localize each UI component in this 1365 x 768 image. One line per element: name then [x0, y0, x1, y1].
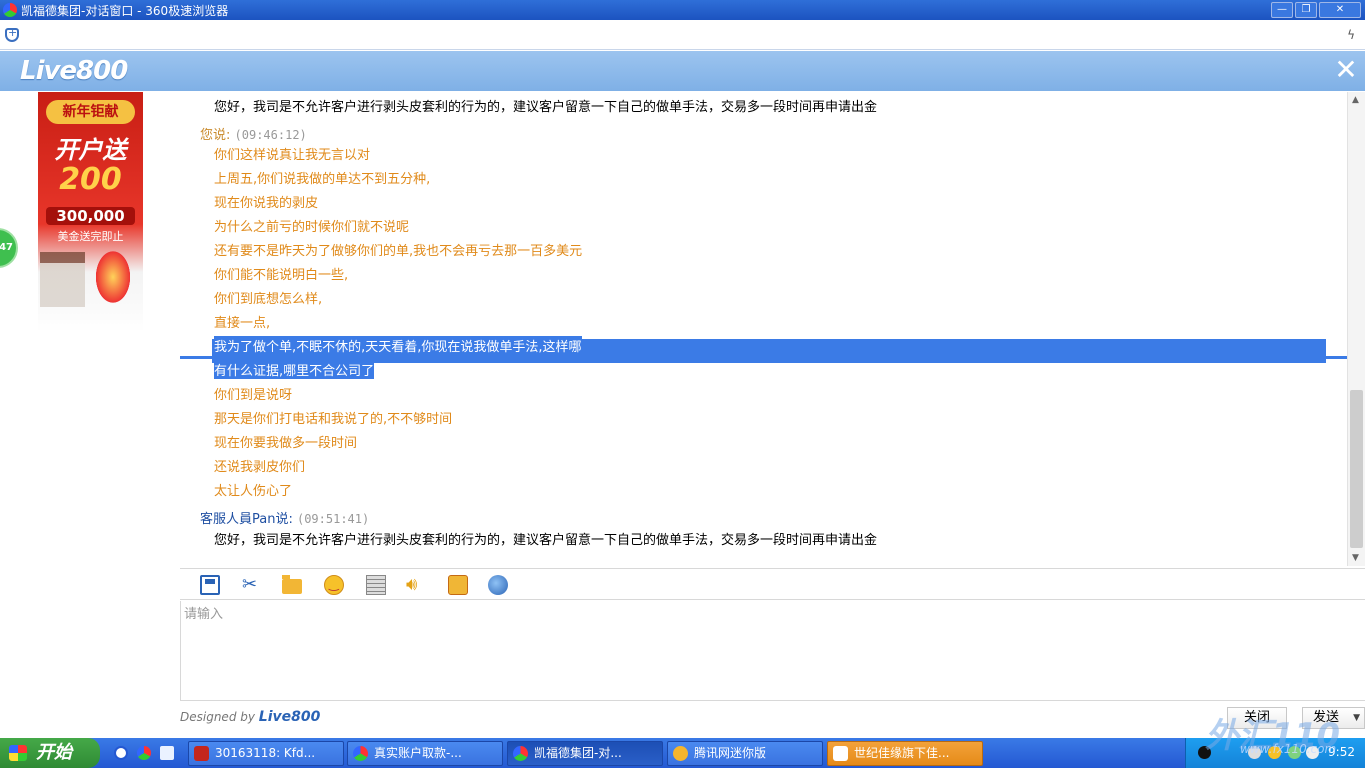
agent-timestamp: (09:51:41) — [296, 512, 370, 526]
task-label: 凯福德集团-对... — [534, 746, 622, 760]
promo-banner[interactable]: 新年钜献 开户送 200 300,000 美金送完即止 — [38, 92, 143, 332]
user-message-line: 还说我剥皮你们 — [214, 460, 306, 475]
lightning-icon[interactable]: ϟ — [1347, 28, 1355, 42]
designed-by-brand: Live800 — [258, 709, 321, 725]
taskbar-item[interactable]: 30163118: Kfd... — [188, 741, 344, 766]
user-message-line: 那天是你们打电话和我说了的,不不够时间 — [214, 412, 453, 427]
agent-label: 客服人員Pan说: — [200, 512, 293, 527]
user-timestamp: (09:46:12) — [234, 128, 307, 142]
user-message-line: 为什么之前亏的时候你们就不说呢 — [214, 220, 410, 235]
window-title: 凯福德集团-对话窗口 - 360极速浏览器 — [21, 3, 229, 18]
chat-toolbar: ✂ 🔊︎ — [180, 568, 1365, 600]
banner-amount: 200 — [59, 162, 122, 197]
user-message-line: 你们到是说呀 — [214, 388, 293, 403]
taskbar-item[interactable]: 真实账户取款-... — [347, 741, 503, 766]
window-close-button[interactable]: ✕ — [1319, 2, 1361, 18]
lion-dance-illustration — [93, 247, 133, 307]
live800-header: Live800 ✕ — [0, 51, 1365, 91]
user-message-line: 你们能不能说明白一些, — [214, 268, 349, 283]
chat-scrollbar[interactable]: ▲ ▼ — [1347, 92, 1365, 566]
globe-icon[interactable] — [488, 575, 508, 595]
user-message-line: 直接一点, — [214, 316, 271, 331]
user-message-line: 现在你要我做多一段时间 — [214, 436, 358, 451]
browser-app-icon — [3, 3, 17, 17]
message-input[interactable] — [180, 601, 1365, 701]
restore-button[interactable]: ❐ — [1295, 2, 1317, 18]
selection-guide-line — [180, 356, 1347, 359]
calculator-icon[interactable] — [366, 575, 386, 595]
taskbar-item-active[interactable]: 凯福德集团-对... — [507, 741, 663, 766]
user-message-line: 你们到底想怎么样, — [214, 292, 323, 307]
browser-toolbar: ϟ — [0, 20, 1365, 50]
side-float-badge[interactable]: 47 — [0, 228, 18, 268]
task-label: 世纪佳缘旗下佳... — [854, 746, 950, 760]
task-app-icon — [353, 746, 368, 761]
user-message-line: 现在你说我的剥皮 — [214, 196, 319, 211]
sound-icon[interactable]: 🔊︎ — [406, 575, 426, 595]
close-chat-icon[interactable]: ✕ — [1333, 56, 1359, 84]
medal-icon[interactable] — [448, 575, 468, 595]
chat-history: 您好，我司是不允许客户进行剥头皮套利的行为的，建议客户留意一下自己的做单手法，交… — [180, 92, 1347, 566]
house-illustration — [40, 252, 85, 307]
task-label: 30163118: Kfd... — [215, 746, 316, 760]
agent-speaker-header: 客服人員Pan说: (09:51:41) — [200, 508, 369, 527]
user-speaker-header: 您说: (09:46:12) — [200, 124, 307, 143]
agent-message: 您好，我司是不允许客户进行剥头皮套利的行为的，建议客户留意一下自己的做单手法，交… — [214, 533, 878, 548]
minimize-button[interactable]: — — [1271, 2, 1293, 18]
quicklaunch-browser-icon[interactable] — [137, 746, 151, 760]
screen: 凯福德集团-对话窗口 - 360极速浏览器 — ❐ ✕ ϟ Live800 ✕ … — [0, 0, 1365, 768]
folder-icon[interactable] — [282, 575, 302, 594]
designed-by-credit: Designed by Live800 — [180, 709, 320, 725]
agent-message-previous: 您好，我司是不允许客户进行剥头皮套利的行为的，建议客户留意一下自己的做单手法，交… — [214, 100, 878, 115]
scroll-down-arrow-icon[interactable]: ▼ — [1352, 553, 1359, 563]
emoticon-icon[interactable] — [324, 575, 344, 595]
designed-by-prefix: Designed by — [180, 710, 255, 724]
user-label: 您说: — [200, 128, 231, 143]
task-app-icon — [673, 746, 688, 761]
windows-taskbar: 开始 30163118: Kfd... 真实账户取款-... 凯福德集团-对..… — [0, 738, 1365, 768]
banner-offer: 开户送 — [54, 136, 127, 164]
banner-headline: 新年钜献 — [46, 100, 135, 124]
user-message-line-selected: 有什么证据,哪里不合公司了 — [214, 360, 375, 379]
site-watermark: 外汇110网 — [1205, 716, 1340, 768]
window-controls: — ❐ ✕ — [1271, 2, 1361, 18]
quicklaunch-ie-icon[interactable] — [160, 746, 174, 760]
task-app-icon — [194, 746, 209, 761]
user-message-line: 还有要不是昨天为了做够你们的单,我也不会再亏去那一百多美元 — [214, 244, 583, 259]
security-shield-icon[interactable] — [5, 26, 19, 42]
scissors-icon[interactable]: ✂ — [242, 575, 262, 595]
start-button[interactable]: 开始 — [0, 738, 100, 768]
user-message-line: 你们这样说真让我无言以对 — [214, 148, 371, 163]
user-message-line: 太让人伤心了 — [214, 484, 293, 499]
task-app-icon — [833, 746, 848, 761]
site-watermark-url: www.fx110.com — [1240, 742, 1337, 756]
quicklaunch-k-icon[interactable] — [114, 746, 128, 760]
scroll-up-arrow-icon[interactable]: ▲ — [1352, 95, 1359, 105]
scrollbar-thumb[interactable] — [1350, 390, 1363, 548]
banner-note: 美金送完即止 — [57, 230, 124, 243]
start-label: 开始 — [36, 742, 72, 763]
user-message-line: 上周五,你们说我做的单达不到五分种, — [214, 172, 431, 187]
browser-title-bar: 凯福德集团-对话窗口 - 360极速浏览器 — ❐ ✕ — [0, 0, 1365, 20]
save-icon[interactable] — [200, 575, 220, 595]
taskbar-item[interactable]: 世纪佳缘旗下佳... — [827, 741, 983, 766]
task-app-icon — [513, 746, 528, 761]
task-label: 真实账户取款-... — [374, 746, 462, 760]
taskbar-item[interactable]: 腾讯网迷你版 — [667, 741, 823, 766]
windows-flag-icon — [9, 745, 27, 761]
user-message-line-selected: 我为了做个单,不眠不休的,天天看着,你现在说我做单手法,这样哪 — [214, 336, 582, 355]
banner-total: 300,000 — [46, 207, 135, 225]
task-label: 腾讯网迷你版 — [694, 746, 767, 760]
live800-logo: Live800 — [20, 56, 128, 86]
